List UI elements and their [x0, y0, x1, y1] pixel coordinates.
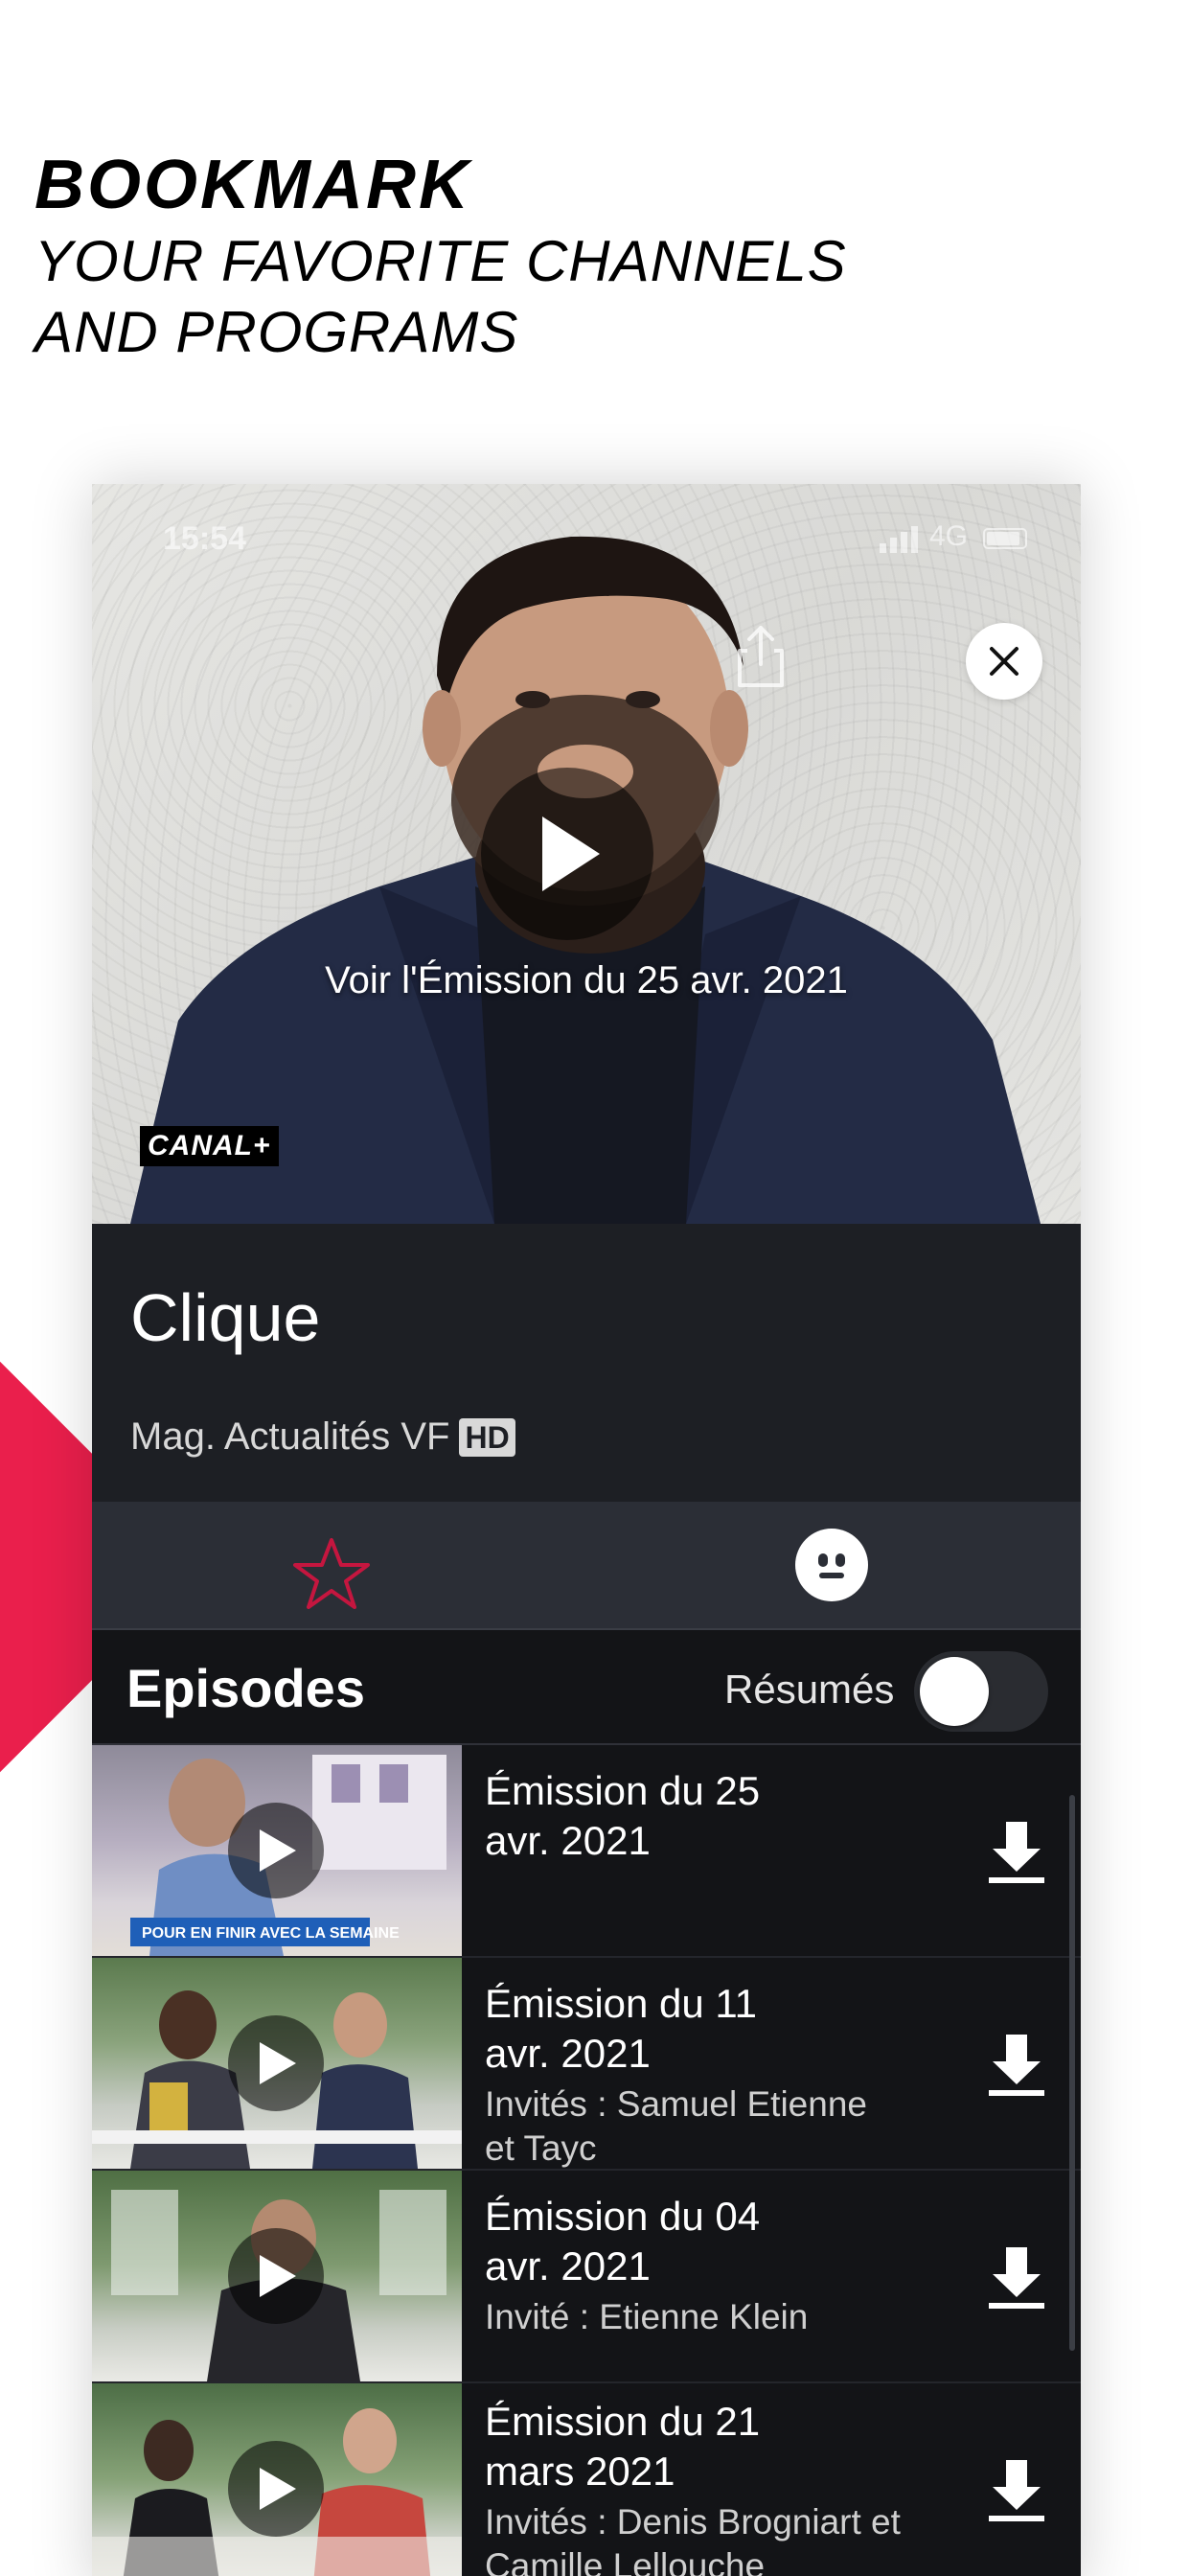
episode-guests: Invités : Denis Brogniart et	[485, 2502, 901, 2542]
close-button[interactable]	[966, 623, 1042, 700]
episode-thumbnail[interactable]	[92, 2171, 462, 2381]
phone-frame: 15:54 4G Voir l'Émission du 25 avr. 2021…	[92, 484, 1081, 2576]
episode-title: Émission du 04	[485, 2194, 761, 2239]
bookmark-button[interactable]	[293, 1536, 370, 1609]
channel-logo: CANAL+	[140, 1126, 279, 1166]
play-icon[interactable]	[228, 2441, 324, 2537]
episode-title: Émission du 21	[485, 2399, 761, 2444]
episode-guests-line2: Camille Lellouche	[485, 2546, 766, 2576]
smiley-icon[interactable]	[795, 1529, 868, 1601]
download-icon[interactable]	[987, 2245, 1046, 2311]
episode-guests: Invité : Etienne Klein	[485, 2297, 809, 2336]
signal-icon	[880, 526, 918, 553]
network-type: 4G	[928, 520, 968, 552]
status-bar: 15:54 4G	[92, 520, 1081, 559]
hero-image: 15:54 4G Voir l'Émission du 25 avr. 2021…	[92, 484, 1081, 1224]
promo-header: BOOKMARK YOUR FAVORITE CHANNELS AND PROG…	[34, 144, 1088, 368]
play-icon	[542, 816, 600, 891]
episode-guests-line2: et Tayc	[485, 2128, 597, 2168]
episode-title-line2: avr. 2021	[485, 1818, 651, 1863]
episode-texts: Émission du 04 avr. 2021 Invité : Etienn…	[485, 2192, 935, 2339]
resumes-label: Résumés	[724, 1667, 895, 1712]
episode-thumbnail[interactable]	[92, 1958, 462, 2169]
episode-guests: Invités : Samuel Etienne	[485, 2084, 867, 2124]
download-icon[interactable]	[987, 1820, 1046, 1885]
program-genre: Mag. Actualités VF	[130, 1415, 450, 1458]
program-title: Clique	[130, 1280, 321, 1355]
promo-headline: BOOKMARK	[34, 147, 471, 223]
promo-subline-2: AND PROGRAMS	[34, 300, 519, 364]
play-icon[interactable]	[228, 2015, 324, 2111]
episode-row[interactable]: Émission du 11 avr. 2021 Invités : Samue…	[92, 1958, 1081, 2171]
play-button[interactable]	[481, 768, 653, 940]
download-icon[interactable]	[987, 2458, 1046, 2523]
thumbnail-banner: POUR EN FINIR AVEC LA SEMAINE	[142, 1925, 400, 1942]
episode-thumbnail[interactable]: POUR EN FINIR AVEC LA SEMAINE	[92, 1745, 462, 1956]
hero-caption[interactable]: Voir l'Émission du 25 avr. 2021	[92, 959, 1081, 1002]
download-icon[interactable]	[987, 2033, 1046, 2098]
episode-title: Émission du 25	[485, 1768, 761, 1813]
episode-texts: Émission du 11 avr. 2021 Invités : Samue…	[485, 1979, 935, 2171]
star-icon	[293, 1538, 370, 1609]
promo-subline-1: YOUR FAVORITE CHANNELS	[34, 229, 847, 293]
episode-list: POUR EN FINIR AVEC LA SEMAINE Émission d…	[92, 1745, 1081, 2576]
scrollbar[interactable]	[1069, 1795, 1075, 2351]
close-icon	[990, 647, 1018, 676]
episodes-header: Episodes Résumés	[92, 1630, 1081, 1745]
action-bar	[92, 1502, 1081, 1630]
episode-title-line2: avr. 2021	[485, 2243, 651, 2288]
episode-texts: Émission du 21 mars 2021 Invités : Denis…	[485, 2397, 935, 2576]
play-icon[interactable]	[228, 2228, 324, 2324]
episode-row[interactable]: Émission du 21 mars 2021 Invités : Denis…	[92, 2383, 1081, 2576]
play-icon[interactable]	[228, 1803, 324, 1898]
episode-row[interactable]: Émission du 04 avr. 2021 Invité : Etienn…	[92, 2171, 1081, 2383]
program-info: Clique Mag. Actualités VF HD	[92, 1224, 1081, 1502]
program-meta: Mag. Actualités VF HD	[130, 1415, 515, 1459]
episode-title: Émission du 11	[485, 1981, 758, 2026]
resumes-toggle[interactable]	[914, 1651, 1048, 1732]
episode-row[interactable]: POUR EN FINIR AVEC LA SEMAINE Émission d…	[92, 1745, 1081, 1958]
episodes-title: Episodes	[126, 1658, 365, 1718]
share-icon[interactable]	[724, 620, 797, 693]
episode-title-line2: avr. 2021	[485, 2031, 651, 2076]
episode-title-line2: mars 2021	[485, 2449, 675, 2494]
battery-icon	[983, 528, 1027, 549]
episode-thumbnail[interactable]	[92, 2383, 462, 2576]
status-time: 15:54	[163, 520, 246, 557]
episode-texts: Émission du 25 avr. 2021	[485, 1766, 935, 1866]
hd-badge: HD	[459, 1417, 515, 1457]
